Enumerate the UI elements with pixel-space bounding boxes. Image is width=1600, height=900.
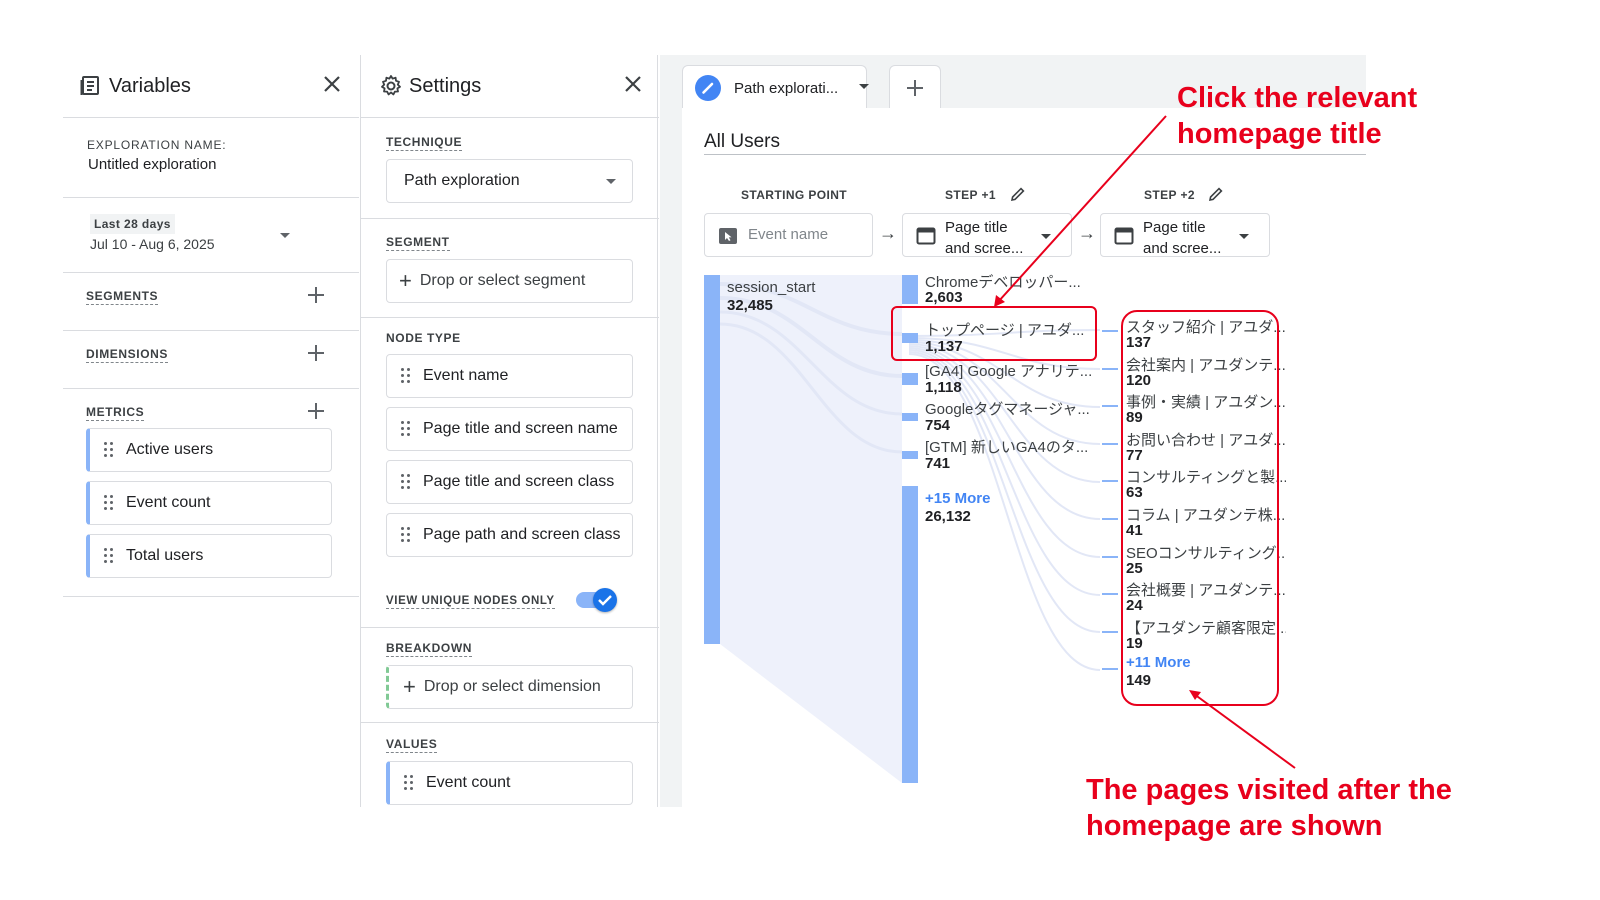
arrow-to-next-pages	[1193, 693, 1296, 769]
arrow-to-homepage	[997, 115, 1167, 303]
annotation-bottom-line2: homepage are shown	[1086, 810, 1383, 842]
annotation-top-line2: homepage title	[1177, 118, 1382, 150]
annotation-top-line1: Click the relevant	[1177, 82, 1418, 114]
annotation-bottom-line1: The pages visited after the	[1086, 774, 1452, 806]
